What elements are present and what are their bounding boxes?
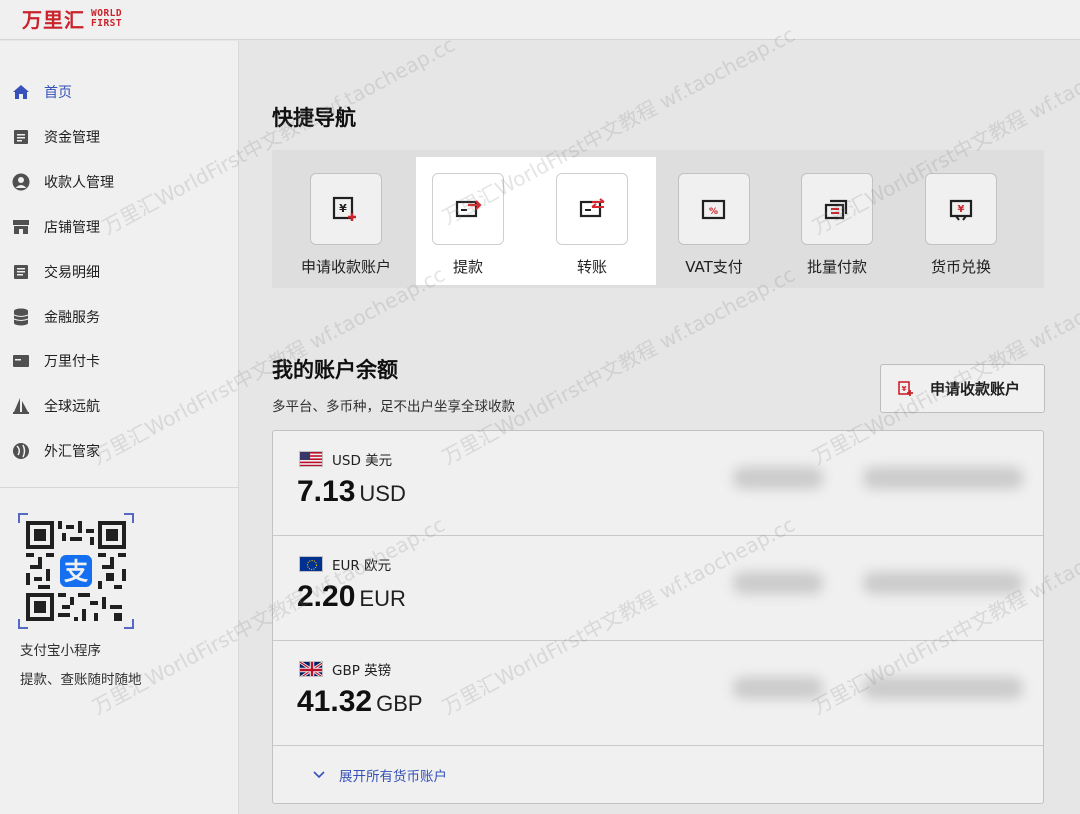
receive-account-icon: ¥	[310, 173, 382, 245]
quick-nav-title: 快捷导航	[272, 106, 356, 130]
svg-text:%: %	[709, 207, 718, 217]
amount-value: 41.32	[297, 685, 373, 718]
balance-subtitle: 多平台、多币种，足不出户坐享全球收款	[272, 399, 515, 415]
balance-amount: 41.32 GBP	[297, 685, 423, 719]
sidebar-item-finance[interactable]: 金融服务	[0, 297, 239, 337]
currency-name: USD 美元	[332, 453, 393, 469]
quick-nav-label: 提款	[452, 258, 483, 276]
home-icon	[12, 83, 30, 101]
alipay-qr-code: 支	[18, 513, 134, 629]
card-icon	[12, 352, 30, 370]
balance-amount: 7.13 USD	[297, 475, 406, 509]
sidebar-item-label: 收款人管理	[44, 175, 114, 191]
blurred-content	[733, 677, 823, 699]
balance-title: 我的账户余额	[272, 358, 398, 382]
apply-account-button[interactable]: ¥ 申请收款账户	[880, 364, 1045, 413]
sidebar: 首页 资金管理 收款人管理 店铺管理 交易明细 金融服务 万里付卡 全球远航 外…	[0, 41, 239, 814]
amount-unit: EUR	[359, 586, 406, 611]
eu-flag-icon	[299, 556, 323, 572]
sidebar-divider	[0, 487, 239, 488]
sidebar-item-label: 外汇管家	[44, 444, 100, 460]
sidebar-item-label: 全球远航	[44, 399, 100, 415]
quick-nav-apply-account[interactable]: ¥ 申请收款账户	[286, 172, 406, 282]
quick-nav-withdraw[interactable]: 提款	[408, 172, 528, 282]
batch-pay-icon	[801, 173, 873, 245]
svg-text:¥: ¥	[958, 204, 965, 215]
quick-nav-label: 转账	[576, 258, 607, 276]
list-icon	[12, 263, 30, 281]
expand-all-currencies-link[interactable]: 展开所有货币账户	[313, 765, 447, 785]
document-icon	[12, 128, 30, 146]
sidebar-item-transactions[interactable]: 交易明细	[0, 252, 239, 292]
svg-text:支: 支	[64, 557, 89, 585]
sidebar-item-label: 首页	[44, 85, 72, 101]
globe-icon	[12, 442, 30, 460]
receive-account-icon: ¥	[898, 380, 914, 397]
sidebar-item-global-voyage[interactable]: 全球远航	[0, 386, 239, 426]
sidebar-item-label: 资金管理	[44, 130, 100, 146]
vat-icon: %	[678, 173, 750, 245]
quick-nav-label: 批量付款	[806, 258, 867, 276]
sidebar-item-payees[interactable]: 收款人管理	[0, 162, 239, 202]
exchange-icon: ¥	[925, 173, 997, 245]
worldfirst-logo[interactable]: 万里汇 WORLD FIRST	[22, 4, 122, 33]
top-header: 万里汇 WORLD FIRST	[0, 0, 1080, 40]
chevron-down-icon	[313, 767, 325, 783]
quick-nav-label: VAT支付	[685, 258, 743, 276]
blurred-content	[863, 677, 1023, 699]
qr-caption-subtitle: 提款、查账随时随地	[20, 672, 142, 688]
blurred-content	[863, 572, 1023, 594]
amount-unit: USD	[359, 481, 406, 506]
quick-nav-label: 申请收款账户	[300, 258, 391, 276]
qr-caption-title: 支付宝小程序	[20, 643, 101, 659]
store-icon	[12, 218, 30, 236]
quick-nav-vat-payment[interactable]: % VAT支付	[654, 172, 774, 282]
sidebar-item-funds[interactable]: 资金管理	[0, 117, 239, 157]
currency-name: EUR 欧元	[332, 558, 392, 574]
quick-nav-batch-payment[interactable]: 批量付款	[777, 172, 897, 282]
sidebar-item-label: 万里付卡	[44, 354, 100, 370]
blurred-content	[863, 467, 1023, 489]
svg-text:¥: ¥	[339, 202, 347, 215]
quick-nav-transfer[interactable]: 转账	[532, 172, 652, 282]
user-icon	[12, 173, 30, 191]
ship-icon	[12, 397, 30, 415]
amount-value: 7.13	[297, 475, 356, 508]
amount-value: 2.20	[297, 580, 356, 613]
sidebar-item-fx-manager[interactable]: 外汇管家	[0, 431, 239, 471]
sidebar-item-label: 金融服务	[44, 310, 100, 326]
apply-account-button-label: 申请收款账户	[930, 380, 1021, 398]
balance-row-gbp[interactable]: GBP 英镑 41.32 GBP	[273, 641, 1043, 746]
logo-chinese-text: 万里汇	[22, 8, 85, 32]
transfer-icon	[556, 173, 628, 245]
blurred-content	[733, 572, 823, 594]
logo-en-line2: FIRST	[91, 17, 123, 29]
balance-row-usd[interactable]: USD 美元 7.13 USD	[273, 431, 1043, 536]
svg-text:¥: ¥	[902, 385, 907, 393]
balance-row-eur[interactable]: EUR 欧元 2.20 EUR	[273, 536, 1043, 641]
sidebar-item-card[interactable]: 万里付卡	[0, 341, 239, 381]
logo-english-text: WORLD FIRST	[91, 8, 123, 29]
balance-amount: 2.20 EUR	[297, 580, 406, 614]
database-icon	[12, 308, 30, 326]
quick-nav-label: 货币兑换	[930, 258, 991, 276]
expand-all-currencies-label: 展开所有货币账户	[339, 769, 447, 785]
quick-nav-currency-exchange[interactable]: ¥ 货币兑换	[901, 172, 1021, 282]
us-flag-icon	[299, 451, 323, 467]
amount-unit: GBP	[376, 691, 423, 716]
uk-flag-icon	[299, 661, 323, 677]
sidebar-item-home[interactable]: 首页	[0, 72, 239, 112]
withdraw-icon	[432, 173, 504, 245]
currency-name: GBP 英镑	[332, 663, 392, 679]
sidebar-item-stores[interactable]: 店铺管理	[0, 207, 239, 247]
sidebar-item-label: 店铺管理	[44, 220, 100, 236]
blurred-content	[733, 467, 823, 489]
sidebar-item-label: 交易明细	[44, 265, 100, 281]
balance-card: USD 美元 7.13 USD EUR 欧元 2.20 EUR GBP 英镑 41.…	[272, 430, 1044, 804]
